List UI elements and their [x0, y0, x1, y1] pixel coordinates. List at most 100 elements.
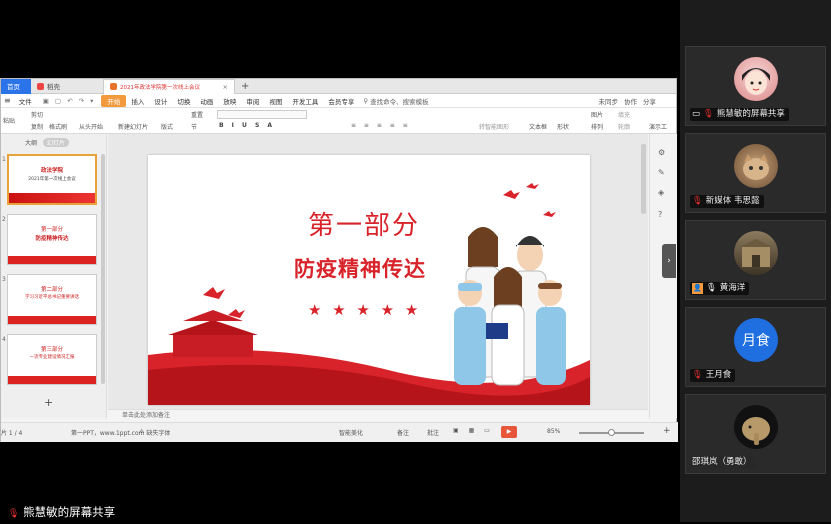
add-slide-button[interactable]: +: [44, 396, 53, 409]
tab-home[interactable]: 首页: [1, 78, 31, 94]
thumb-subtitle: 防疫精神传达: [35, 236, 69, 242]
format-painter-button[interactable]: 格式刷: [49, 122, 67, 131]
style-icon[interactable]: ◈: [658, 188, 664, 197]
menu-view[interactable]: 视图: [264, 96, 287, 106]
participant-name-tag: 邵琪岚（勇敢）: [690, 456, 756, 469]
notes-area[interactable]: 单击此处添加备注: [108, 409, 648, 421]
comments-toggle[interactable]: 批注: [427, 428, 439, 437]
sync-status[interactable]: 未同步: [599, 96, 619, 106]
slide-subtitle[interactable]: 防疫精神传达: [294, 253, 426, 283]
copy-button[interactable]: 复制: [31, 122, 43, 131]
avatar-initials: 月食: [742, 333, 770, 349]
new-tab-button[interactable]: +: [235, 79, 255, 94]
menu-insert[interactable]: 插入: [126, 96, 149, 106]
missing-font-button[interactable]: ⚠ 缺失字体: [139, 428, 170, 437]
menu-start[interactable]: 开始: [101, 94, 127, 107]
document-tab-bar: 首页 稻壳 2021年政法学院第一次线上会议 × +: [1, 78, 676, 94]
menu-slideshow[interactable]: 放映: [218, 96, 241, 106]
zoom-slider-handle[interactable]: [608, 429, 615, 436]
slide-thumbnail-panel: 大纲 幻灯片 1 政法学院 2021年第一次线上会议 2 第一部分 防疫精神传达…: [1, 134, 107, 418]
menu-review[interactable]: 审阅: [241, 96, 264, 106]
new-tab-label: +: [241, 80, 250, 92]
daoke-icon: [37, 82, 44, 90]
play-button[interactable]: ▶: [501, 426, 517, 438]
menu-transition[interactable]: 切换: [172, 96, 195, 106]
toolbar-quick-icons[interactable]: ▣ ▢ ↶ ↷ ▾: [37, 97, 102, 105]
participant-tile-3[interactable]: 👤 🎙 黄海洋: [685, 220, 826, 300]
font-warning-icon: ⚠: [139, 428, 145, 435]
participant-tile-2[interactable]: 🎙 新媒体 韦思懿: [685, 133, 826, 213]
missing-font-label: 缺失字体: [146, 430, 171, 437]
tab-daoke[interactable]: 稻壳: [31, 79, 103, 94]
beautify-button[interactable]: 智能美化: [339, 428, 363, 437]
participant-name: 王月食: [705, 370, 732, 380]
menu-developer[interactable]: 开发工具: [287, 96, 323, 106]
slide-thumb-3[interactable]: 第二部分 学习习近平总书记重要讲话: [7, 274, 97, 325]
section-button[interactable]: 节: [191, 122, 197, 131]
present-tools-button[interactable]: 演示工: [649, 122, 667, 131]
tab-outline[interactable]: 大纲: [25, 138, 37, 147]
hamburger-icon[interactable]: ≡: [1, 96, 14, 105]
tab-slides[interactable]: 幻灯片: [43, 138, 70, 147]
thumb-number: 4: [2, 336, 6, 343]
arrange-button[interactable]: 排列: [591, 122, 603, 131]
slide-counter: 幻灯片 1 / 4: [0, 430, 23, 437]
thumb-title: 第三部分: [40, 347, 63, 353]
canvas-scrollbar[interactable]: [641, 144, 646, 214]
picture-button[interactable]: 图片: [591, 110, 603, 119]
from-start-button[interactable]: 从头开始: [79, 122, 103, 131]
share-button[interactable]: 分享: [643, 96, 656, 106]
view-mode-icons[interactable]: ▣ ▦ ▭: [453, 427, 494, 434]
search-command[interactable]: ⚲ 查找命令、搜索模板: [359, 96, 432, 106]
fill-button[interactable]: 填充: [618, 110, 630, 119]
notes-toggle[interactable]: 备注: [397, 428, 409, 437]
participant-tile-1[interactable]: ▭ 🎙 熊慧敏的屏幕共享: [685, 46, 826, 126]
close-tab-icon[interactable]: ×: [223, 83, 228, 91]
collaborate-button[interactable]: 协作: [624, 96, 637, 106]
adjust-icon[interactable]: ⚙: [658, 148, 665, 157]
participant-tile-5[interactable]: 邵琪岚（勇敢）: [685, 394, 826, 474]
tab-home-label: 首页: [7, 83, 20, 91]
thumb-title: 政法学院: [40, 168, 63, 174]
layout-button[interactable]: 版式: [161, 122, 173, 131]
slide-title[interactable]: 第一部分: [308, 205, 420, 242]
slide-thumb-1[interactable]: 政法学院 2021年第一次线上会议: [7, 154, 97, 205]
cat-avatar-icon: [743, 154, 769, 180]
pin-icon[interactable]: ✎: [658, 168, 665, 177]
help-icon[interactable]: ?: [658, 210, 662, 219]
font-style-buttons[interactable]: B I U S A: [219, 122, 275, 129]
font-name-box[interactable]: [217, 110, 307, 119]
girl-avatar-icon: [742, 68, 770, 95]
thumb-number: 1: [2, 156, 6, 163]
mic-muted-icon: 🎙: [692, 370, 703, 380]
slide-thumb-2[interactable]: 第一部分 防疫精神传达: [7, 214, 97, 265]
menu-member[interactable]: 会员专享: [323, 96, 359, 106]
zoom-in-button[interactable]: +: [663, 426, 671, 436]
new-slide-button[interactable]: 新建幻灯片: [118, 122, 148, 131]
thumb-scrollbar[interactable]: [101, 154, 105, 384]
participant-name-tag: 🎙 新媒体 韦思懿: [690, 195, 764, 208]
menu-file[interactable]: 文件: [14, 96, 37, 106]
current-slide[interactable]: 第一部分 防疫精神传达 ★ ★ ★ ★ ★: [148, 155, 590, 405]
outline-button[interactable]: 轮廓: [618, 122, 630, 131]
right-tool-strip: ⚙ ✎ ◈ ? ›: [649, 134, 677, 418]
participant-name: 新媒体 韦思懿: [705, 196, 760, 206]
expand-panel-button[interactable]: ›: [662, 244, 676, 278]
notes-placeholder: 单击此处添加备注: [122, 412, 171, 419]
menu-design[interactable]: 设计: [149, 96, 172, 106]
slide-thumb-4[interactable]: 第三部分 一流专业建设情况汇报: [7, 334, 97, 385]
cut-button[interactable]: 剪切: [31, 110, 43, 119]
shape-button[interactable]: 形状: [557, 122, 569, 131]
participant-tile-4[interactable]: 月食 🎙 王月食: [685, 307, 826, 387]
textbox-button[interactable]: 文本框: [529, 122, 547, 131]
avatar: [734, 57, 778, 101]
zoom-level[interactable]: 85%: [547, 428, 560, 435]
mic-muted-icon: 🎙: [703, 109, 714, 119]
convert-smartart-button[interactable]: 转智能图形: [479, 122, 509, 131]
paste-button[interactable]: 粘贴: [3, 116, 15, 125]
tab-document[interactable]: 2021年政法学院第一次线上会议 ×: [103, 78, 235, 94]
reset-button[interactable]: 重置: [191, 110, 203, 119]
wps-presentation-window: 首页 稻壳 2021年政法学院第一次线上会议 × + ≡ 文件 ▣ ▢ ↶ ↷ …: [0, 78, 678, 442]
paragraph-buttons[interactable]: ≡ ≡ ≡ ≡ ≡: [351, 122, 411, 129]
menu-animation[interactable]: 动画: [195, 96, 218, 106]
